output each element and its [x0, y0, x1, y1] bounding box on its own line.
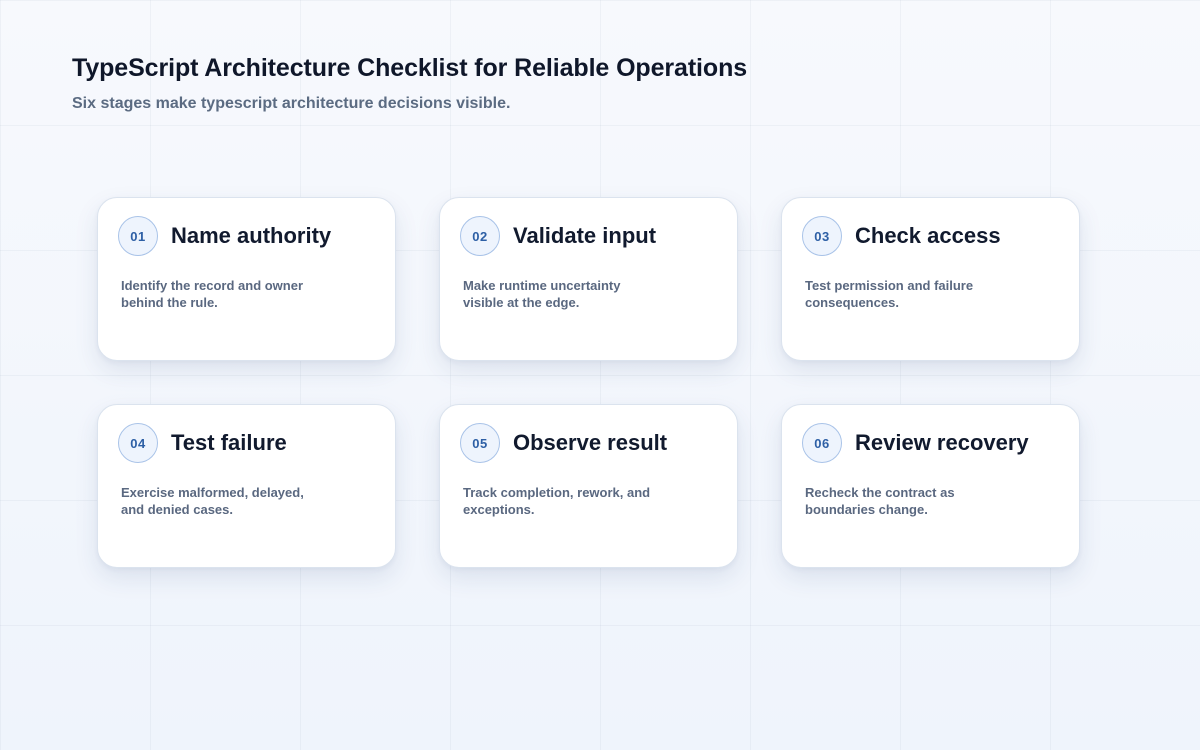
step-number-badge: 03 — [802, 216, 842, 256]
step-description: Test permission and failure consequences… — [805, 278, 974, 310]
step-number-badge: 02 — [460, 216, 500, 256]
step-card-header: 05 Observe result — [460, 423, 717, 463]
step-card-header: 01 Name authority — [118, 216, 375, 256]
step-description: Make runtime uncertainty visible at the … — [463, 278, 621, 310]
step-card-header: 04 Test failure — [118, 423, 375, 463]
step-title: Check access — [855, 223, 1001, 248]
step-title: Name authority — [171, 223, 332, 248]
step-number-badge: 01 — [118, 216, 158, 256]
step-title: Review recovery — [855, 430, 1029, 455]
checklist-grid: 01 Name authority Identify the record an… — [97, 197, 1080, 568]
step-description: Recheck the contract as boundaries chang… — [805, 485, 955, 517]
step-description: Track completion, rework, and exceptions… — [463, 485, 651, 517]
step-card-01: 01 Name authority Identify the record an… — [97, 197, 396, 361]
step-card-05: 05 Observe result Track completion, rewo… — [439, 404, 738, 568]
step-title: Test failure — [171, 430, 287, 455]
page-subtitle: Six stages make typescript architecture … — [72, 95, 511, 112]
step-card-header: 03 Check access — [802, 216, 1059, 256]
step-title: Validate input — [513, 223, 657, 248]
step-card-header: 06 Review recovery — [802, 423, 1059, 463]
page-title: TypeScript Architecture Checklist for Re… — [72, 54, 748, 82]
step-card-02: 02 Validate input Make runtime uncertain… — [439, 197, 738, 361]
step-description: Exercise malformed, delayed, and denied … — [121, 485, 304, 517]
step-description: Identify the record and owner behind the… — [121, 278, 304, 310]
step-title: Observe result — [513, 430, 668, 455]
step-number-badge: 04 — [118, 423, 158, 463]
step-card-06: 06 Review recovery Recheck the contract … — [781, 404, 1080, 568]
step-card-04: 04 Test failure Exercise malformed, dela… — [97, 404, 396, 568]
step-card-03: 03 Check access Test permission and fail… — [781, 197, 1080, 361]
step-number-badge: 06 — [802, 423, 842, 463]
page-header: TypeScript Architecture Checklist for Re… — [72, 52, 1122, 115]
step-number-badge: 05 — [460, 423, 500, 463]
step-card-header: 02 Validate input — [460, 216, 717, 256]
